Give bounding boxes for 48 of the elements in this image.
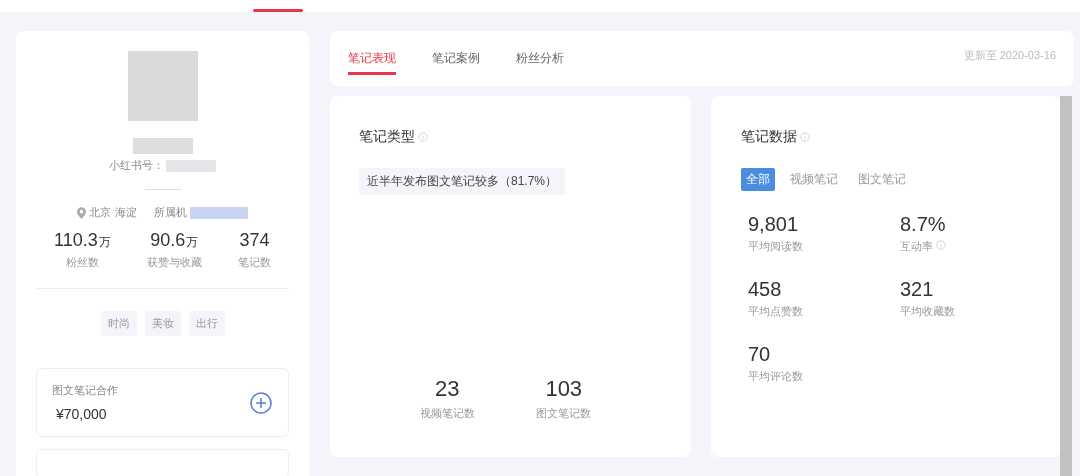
info-icon[interactable] [418, 132, 428, 142]
tab[interactable]: 笔记案例 [432, 31, 480, 75]
info-icon[interactable] [936, 240, 946, 250]
metric-label: 互动率 [900, 239, 933, 254]
metric-label: 平均点赞数 [748, 304, 803, 319]
card-title: 笔记数据 [741, 128, 797, 146]
account-id-label: 小红书号： [109, 158, 164, 173]
filter-button[interactable]: 全部 [741, 168, 775, 191]
add-circle-icon[interactable] [250, 391, 272, 414]
count-value: 23 [434, 376, 461, 402]
summary-badge: 近半年发布图文笔记较多（81.7%） [359, 168, 566, 195]
card-title: 笔记类型 [359, 128, 415, 146]
scrollbar[interactable] [1060, 96, 1072, 476]
metric-value: 458 [748, 278, 783, 301]
category-tag: 时尚 [100, 311, 137, 336]
location-pin-icon [77, 206, 87, 219]
organization-label: 所属机 [153, 205, 187, 220]
metric-value: 9,801 [748, 213, 800, 236]
pricing-label: 图文笔记合作 [52, 383, 118, 398]
stat-value: 110.3万 [54, 230, 111, 251]
blurred-organization [189, 206, 248, 219]
update-date: 更新至 2020-03-16 [963, 48, 1056, 63]
filter-button[interactable]: 视频笔记 [785, 168, 843, 191]
tab[interactable]: 粉丝分析 [516, 31, 564, 75]
metric-label: 平均评论数 [748, 369, 803, 384]
stat-label: 粉丝数 [64, 255, 100, 270]
count-label: 视频笔记数 [419, 406, 475, 421]
tab[interactable]: 笔记表现 [348, 31, 396, 75]
count-value: 103 [544, 376, 584, 402]
info-icon[interactable] [800, 132, 810, 142]
metric-label: 平均阅读数 [748, 239, 803, 254]
metric-label: 平均收藏数 [900, 304, 955, 319]
pricing-value: ¥70,000 [56, 406, 108, 422]
metric-value: 321 [900, 278, 935, 301]
count-label: 图文笔记数 [536, 406, 592, 421]
category-tag: 美妆 [144, 311, 181, 336]
blurred-account-id [166, 159, 216, 172]
stat-value: 374 [238, 230, 271, 251]
stat-value: 90.6万 [149, 230, 200, 251]
category-tag: 出行 [188, 311, 225, 336]
photo-placeholder [127, 51, 198, 121]
stat-label: 获赞与收藏 [146, 255, 202, 270]
blurred-name [132, 138, 193, 154]
location-text: 北京 海淀 [89, 205, 137, 220]
metric-value: 70 [748, 343, 772, 366]
metric-value: 8.7% [900, 213, 947, 236]
filter-button[interactable]: 图文笔记 [853, 168, 911, 191]
stat-label: 笔记数 [237, 255, 271, 270]
